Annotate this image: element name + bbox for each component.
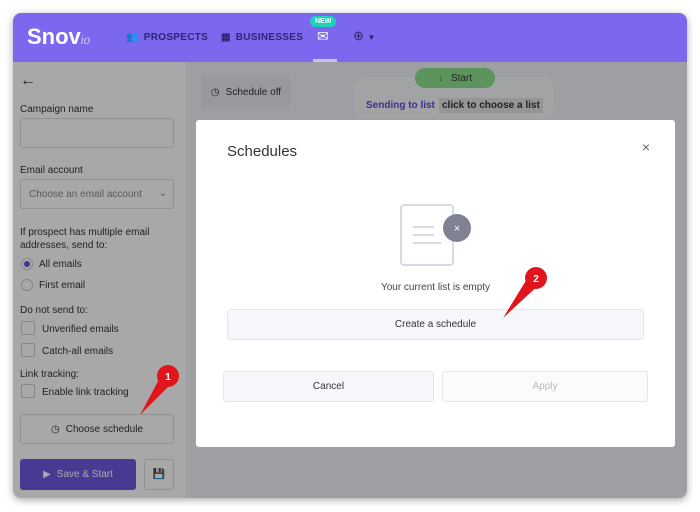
annotation-label-2: 2 [533,274,539,285]
annotation-label-1: 1 [165,372,171,383]
annotation-layer: 1 2 [140,267,547,415]
